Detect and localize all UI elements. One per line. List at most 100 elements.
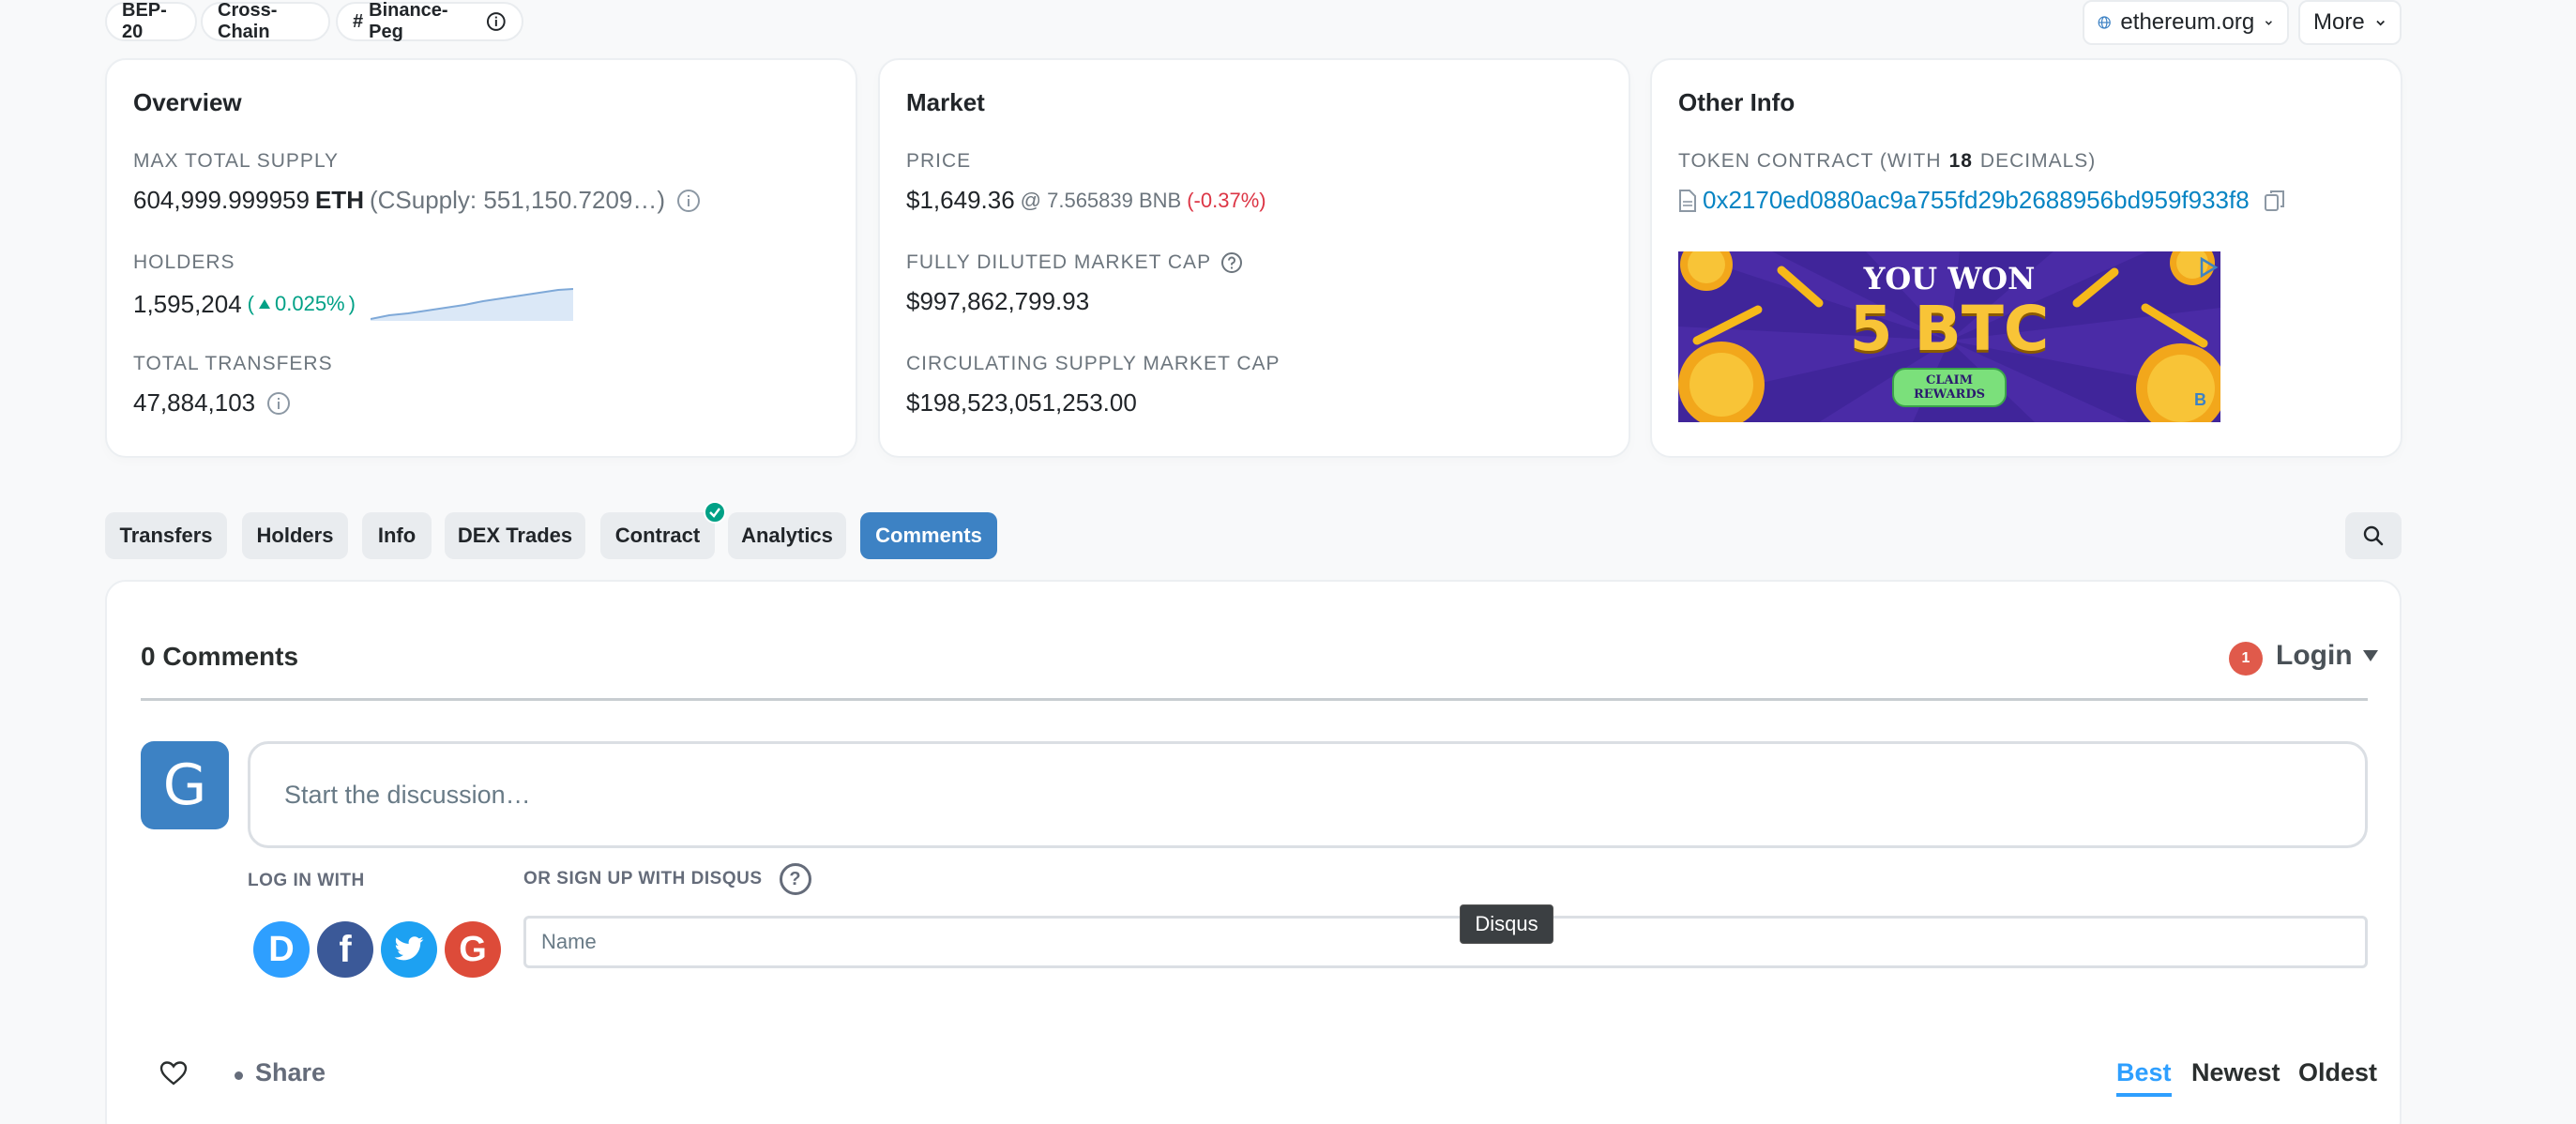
comments-panel: 0 Comments 1 Login G Start the discussio… <box>105 580 2402 1124</box>
heart-icon[interactable] <box>159 1060 188 1086</box>
fdmc-value: $997,862,799.93 <box>906 287 1090 315</box>
sort-oldest-tab[interactable]: Oldest <box>2298 1058 2377 1087</box>
price-usd: $1,649.36 <box>906 186 1015 214</box>
contract-label: TOKEN CONTRACT (WITH 18 DECIMALS) <box>1678 150 2096 173</box>
overview-card: Overview MAX TOTAL SUPPLY 604,999.999959… <box>105 58 857 458</box>
discussion-placeholder: Start the discussion… <box>284 780 531 809</box>
transfers-count: 47,884,103 <box>133 388 256 417</box>
hash-icon: # <box>353 10 364 32</box>
name-placeholder: Name <box>541 930 597 953</box>
tab-transfers[interactable]: Transfers <box>105 512 227 559</box>
sort-best-label: Best <box>2116 1058 2172 1086</box>
holders-sparkline <box>370 288 573 321</box>
price-bnb: @ 7.565839 BNB <box>1020 188 1182 212</box>
disqus-tooltip: Disqus <box>1460 904 1553 944</box>
csmc-label: CIRCULATING SUPPLY MARKET CAP <box>906 353 1280 374</box>
other-info-card: Other Info TOKEN CONTRACT (WITH 18 DECIM… <box>1650 58 2402 458</box>
verified-check-icon <box>704 501 726 524</box>
share-button[interactable]: Share <box>255 1058 326 1087</box>
ad-corner-label: B <box>2194 390 2206 409</box>
login-google-button[interactable]: G <box>445 921 501 978</box>
disqus-tooltip-text: Disqus <box>1475 912 1538 935</box>
tab-comments[interactable]: Comments <box>860 512 997 559</box>
help-icon[interactable] <box>1220 251 1243 274</box>
holders-value: 1,595,204 ( 0.025% ) <box>133 287 573 321</box>
disqus-icon: D <box>268 929 295 969</box>
contract-label-pre: TOKEN CONTRACT (WITH <box>1678 150 1942 172</box>
max-supply-symbol: ETH <box>314 186 364 214</box>
ad-banner[interactable]: YOU WON 5 BTC CLAIM REWARDS B <box>1678 251 2220 422</box>
market-title: Market <box>906 88 985 116</box>
contract-address-link[interactable]: 0x2170ed0880ac9a755fd29b2688956bd959f933… <box>1703 186 2250 215</box>
name-input[interactable]: Name <box>523 916 2368 968</box>
more-dropdown[interactable]: More <box>2298 0 2402 45</box>
website-label: ethereum.org <box>2120 9 2255 35</box>
signup-label-row: OR SIGN UP WITH DISQUS ? <box>523 863 811 895</box>
caret-up-icon <box>259 299 270 309</box>
login-label: Login <box>2276 640 2353 671</box>
transfers-value: 47,884,103 <box>133 388 291 418</box>
tag-bep20-label: BEP-20 <box>122 0 167 42</box>
ad-claim-line2: REWARDS <box>1913 387 1986 402</box>
holders-count: 1,595,204 <box>133 289 242 318</box>
website-dropdown[interactable]: ethereum.org <box>2083 0 2289 45</box>
tab-info[interactable]: Info <box>362 512 432 559</box>
copy-icon[interactable] <box>2263 189 2287 213</box>
tab-dex-trades[interactable]: DEX Trades <box>445 512 585 559</box>
twitter-icon <box>394 936 424 961</box>
csupply-value: (CSupply: 551,150.7209…) <box>369 186 666 214</box>
other-info-title: Other Info <box>1678 88 1796 116</box>
google-icon: G <box>459 929 487 969</box>
sort-best-underline <box>2116 1093 2172 1097</box>
login-facebook-button[interactable]: f <box>317 921 373 978</box>
price-value: $1,649.36 @ 7.565839 BNB (-0.37%) <box>906 186 1266 215</box>
discussion-input[interactable]: Start the discussion… <box>248 741 2368 848</box>
ad-claim-button[interactable]: CLAIM REWARDS <box>1892 368 2007 407</box>
max-supply-amount: 604,999.999959 <box>133 186 310 214</box>
login-disqus-button[interactable]: D <box>253 921 310 978</box>
signup-help-button[interactable]: ? <box>779 863 811 895</box>
user-avatar: G <box>141 741 229 829</box>
info-icon[interactable] <box>266 391 291 416</box>
tab-holders[interactable]: Holders <box>242 512 348 559</box>
tag-bep20[interactable]: BEP-20 <box>105 0 197 42</box>
ad-claim-line1: CLAIM <box>1925 373 1974 387</box>
tag-crosschain-label: Cross-Chain <box>218 0 278 42</box>
tab-contract[interactable]: Contract <box>600 512 715 559</box>
login-twitter-button[interactable] <box>381 921 437 978</box>
csmc-value: $198,523,051,253.00 <box>906 388 1137 417</box>
transfers-label: TOTAL TRANSFERS <box>133 353 333 374</box>
price-label: PRICE <box>906 150 972 172</box>
info-icon[interactable] <box>676 189 701 213</box>
comments-count: 0 Comments <box>141 642 299 671</box>
globe-icon <box>2098 16 2111 29</box>
login-with-label: LOG IN WITH <box>248 871 365 890</box>
ad-headline: YOU WON <box>1863 261 2036 296</box>
tab-analytics[interactable]: Analytics <box>728 512 846 559</box>
login-menu[interactable]: Login <box>2276 640 2379 672</box>
sort-best-tab[interactable]: Best <box>2116 1058 2172 1097</box>
holders-label: HOLDERS <box>133 251 235 273</box>
document-icon <box>1679 189 1696 212</box>
signup-help-icon: ? <box>789 868 801 889</box>
signup-label: OR SIGN UP WITH DISQUS <box>523 869 763 889</box>
price-change: (-0.37%) <box>1187 188 1266 212</box>
user-avatar-letter: G <box>162 752 207 818</box>
adchoices-icon[interactable] <box>2198 257 2219 278</box>
share-dot-icon <box>235 1071 243 1080</box>
chevron-down-icon <box>2376 20 2385 26</box>
contract-decimals: 18 <box>1948 150 1973 172</box>
tag-crosschain[interactable]: Cross-Chain <box>201 0 330 42</box>
fdmc-label-text: FULLY DILUTED MARKET CAP <box>906 251 1212 273</box>
notification-badge[interactable]: 1 <box>2229 642 2263 676</box>
facebook-icon: f <box>339 928 352 970</box>
search-button[interactable] <box>2345 512 2402 559</box>
max-supply-value: 604,999.999959 ETH (CSupply: 551,150.720… <box>133 186 701 215</box>
max-supply-label: MAX TOTAL SUPPLY <box>133 150 340 172</box>
tag-binancepeg[interactable]: # Binance-Peg <box>336 0 523 42</box>
contract-label-post: DECIMALS) <box>1979 150 2097 172</box>
fdmc-label: FULLY DILUTED MARKET CAP <box>906 251 1243 274</box>
caret-down-icon <box>2362 650 2378 661</box>
comments-divider <box>141 698 2368 701</box>
sort-newest-tab[interactable]: Newest <box>2191 1058 2281 1087</box>
